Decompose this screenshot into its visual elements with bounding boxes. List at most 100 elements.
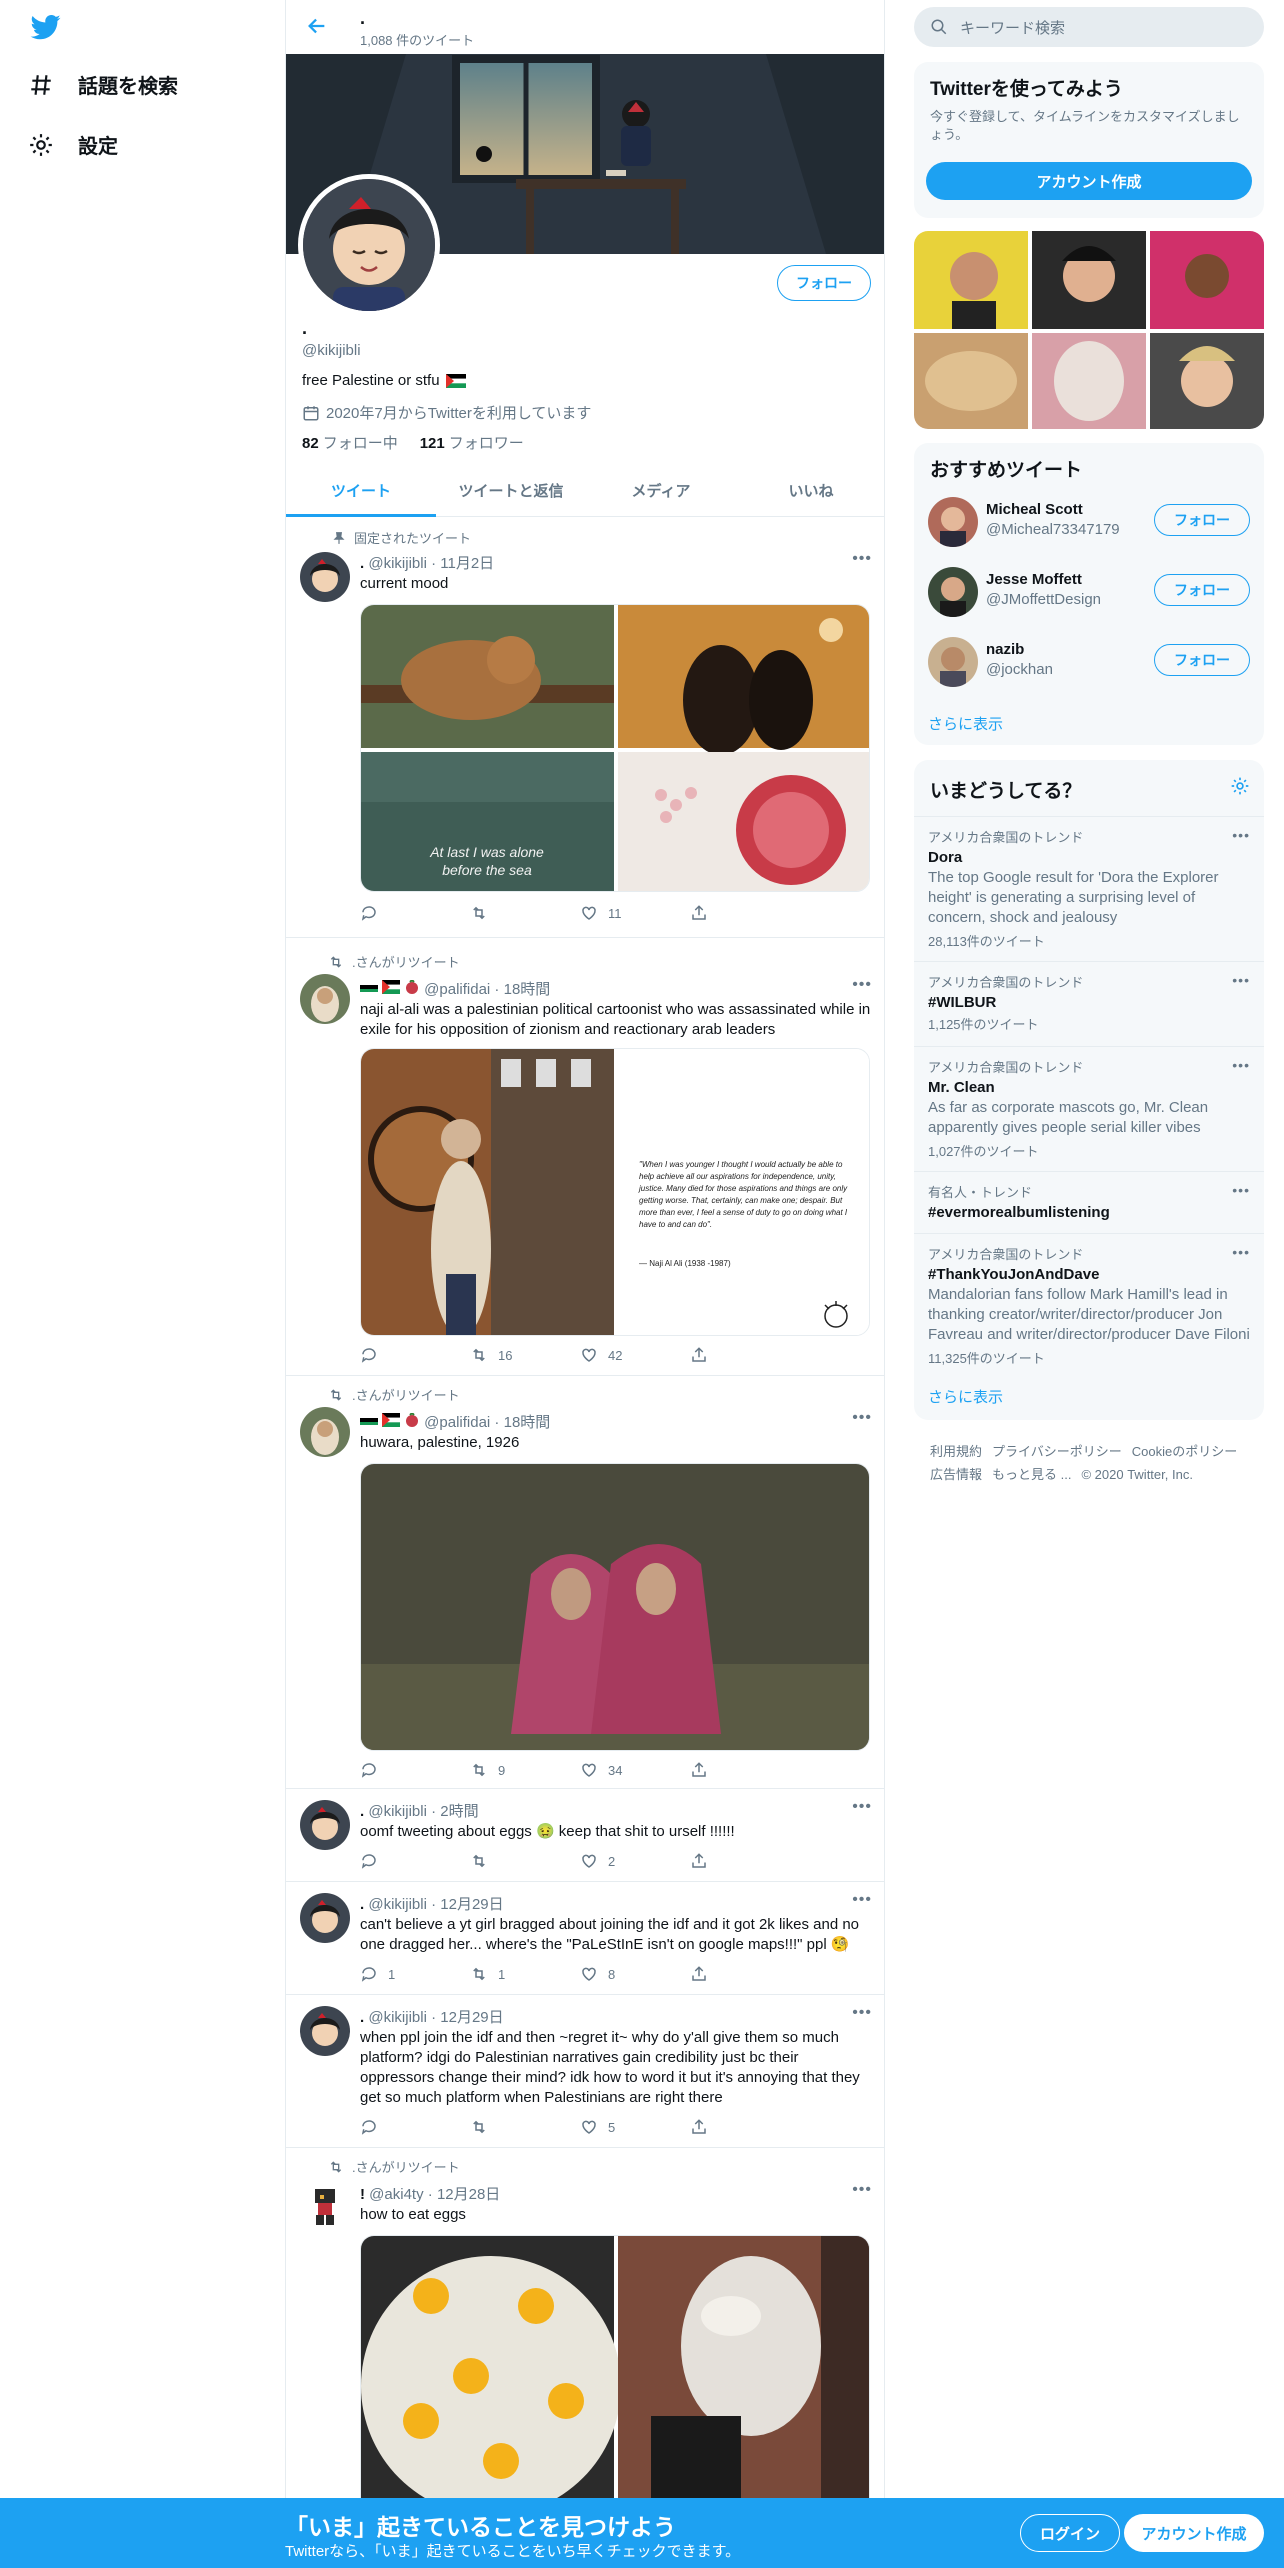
create-account-button[interactable]: アカウント作成 <box>926 162 1252 200</box>
tweet-retweet-huwara[interactable]: .さんがリツイート @palifidai · 18時間 ••• huwara, … <box>286 1377 884 1789</box>
share-button[interactable] <box>690 2118 800 2136</box>
more-options-icon[interactable]: ••• <box>1232 1057 1250 1073</box>
login-button[interactable]: ログイン <box>1020 2514 1120 2552</box>
like-button[interactable]: 34 <box>580 1761 690 1779</box>
reply-button[interactable]: 1 <box>360 1965 470 1983</box>
tweet-retweet-naji[interactable]: .さんがリツイート @palifidai · 18時間 ••• naji al-… <box>286 944 884 1376</box>
more-options-icon[interactable]: ••• <box>1232 827 1250 843</box>
signup-card: Twitterを使ってみよう 今すぐ登録して、タイムラインをカスタマイズしましょ… <box>914 62 1264 218</box>
more-options-icon[interactable]: ••• <box>852 2004 872 2022</box>
follow-button[interactable]: フォロー <box>777 265 871 301</box>
footer-link[interactable]: 広告情報 <box>930 1467 982 1482</box>
footer-links: 利用規約 プライバシーポリシー Cookieのポリシー 広告情報 もっと見る ... ©… <box>930 1440 1260 1486</box>
show-more-link[interactable]: さらに表示 <box>928 713 1003 734</box>
trend-item[interactable]: アメリカ合衆国のトレンド #WILBUR 1,125件のツイート ••• <box>914 961 1264 1046</box>
tweet-media-grid[interactable]: "When I was younger I thought I would ac… <box>360 1048 870 1336</box>
more-options-icon[interactable]: ••• <box>852 1798 872 1816</box>
retweet-button[interactable] <box>470 2118 580 2136</box>
copyright: © 2020 Twitter, Inc. <box>1081 1467 1193 1482</box>
tweet-media-grid[interactable]: At last I was alone before the sea <box>360 604 870 892</box>
trend-item[interactable]: アメリカ合衆国のトレンド #ThankYouJonAndDave Mandalo… <box>914 1233 1264 1373</box>
signup-button[interactable]: アカウント作成 <box>1124 2514 1264 2552</box>
follow-button[interactable]: フォロー <box>1154 504 1250 536</box>
heart-icon <box>582 2120 596 2134</box>
trend-item[interactable]: アメリカ合衆国のトレンド Mr. Clean As far as corpora… <box>914 1046 1264 1171</box>
tab-tweets[interactable]: ツイート <box>286 465 436 517</box>
tweet-media-photo[interactable] <box>360 1463 870 1751</box>
tweet-avatar[interactable] <box>300 1800 350 1850</box>
tweet-media-grid[interactable] <box>360 2235 870 2509</box>
twitter-logo-icon[interactable] <box>28 12 64 42</box>
like-button[interactable]: 11 <box>580 904 690 922</box>
more-options-icon[interactable]: ••• <box>852 976 872 994</box>
reply-button[interactable] <box>360 1761 470 1779</box>
follow-button[interactable]: フォロー <box>1154 644 1250 676</box>
retweet-button[interactable]: 16 <box>470 1346 580 1364</box>
more-options-icon[interactable]: ••• <box>852 550 872 568</box>
retweet-button[interactable]: 9 <box>470 1761 580 1779</box>
share-button[interactable] <box>690 1965 800 1983</box>
avatar[interactable] <box>928 497 978 547</box>
more-options-icon[interactable]: ••• <box>852 1891 872 1909</box>
reply-icon <box>361 1854 376 1869</box>
more-options-icon[interactable]: ••• <box>1232 972 1250 988</box>
tab-likes[interactable]: いいね <box>736 465 884 516</box>
share-button[interactable] <box>690 904 800 922</box>
share-button[interactable] <box>690 1346 800 1364</box>
trend-item[interactable]: 有名人・トレンド #evermorealbumlistening ••• <box>914 1171 1264 1233</box>
follow-button[interactable]: フォロー <box>1154 574 1250 606</box>
more-options-icon[interactable]: ••• <box>852 2181 872 2199</box>
share-button[interactable] <box>690 1761 800 1779</box>
avatar[interactable] <box>928 567 978 617</box>
nav-settings[interactable]: 設定 <box>28 130 118 159</box>
search-box[interactable]: キーワード検索 <box>914 7 1264 47</box>
back-arrow-icon[interactable] <box>306 15 328 37</box>
avatar[interactable] <box>928 637 978 687</box>
tweet-pinned[interactable]: 固定されたツイート . @kikijibli · 11月2日 ••• curre… <box>286 518 884 938</box>
gear-icon[interactable] <box>1230 776 1250 796</box>
tweet-avatar[interactable] <box>300 2179 350 2229</box>
like-button[interactable]: 8 <box>580 1965 690 1983</box>
followers-link[interactable]: 121 フォロワー <box>420 432 524 453</box>
footer-link[interactable]: もっと見る ... <box>992 1467 1071 1482</box>
recommended-user[interactable]: nazib @jockhan フォロー <box>928 631 1250 691</box>
tweet-avatar[interactable] <box>300 552 350 602</box>
tweet-avatar[interactable] <box>300 2006 350 2056</box>
reply-button[interactable] <box>360 904 470 922</box>
like-button[interactable]: 42 <box>580 1346 690 1364</box>
tweet-idf-likes[interactable]: . @kikijibli · 12月29日 ••• can't believe … <box>286 1883 884 1995</box>
retweet-button[interactable] <box>470 904 580 922</box>
trend-item[interactable]: アメリカ合衆国のトレンド Dora The top Google result … <box>914 816 1264 961</box>
media-mosaic[interactable] <box>914 231 1264 429</box>
more-options-icon[interactable]: ••• <box>852 1409 872 1427</box>
recommended-user[interactable]: Micheal Scott @Micheal73347179 フォロー <box>928 491 1250 551</box>
retweet-icon <box>330 1388 342 1401</box>
share-button[interactable] <box>690 1852 800 1870</box>
recommended-user[interactable]: Jesse Moffett @JMoffettDesign フォロー <box>928 561 1250 621</box>
tweet-actions: 11 <box>360 904 800 922</box>
tweet-avatar[interactable] <box>300 1893 350 1943</box>
more-options-icon[interactable]: ••• <box>1232 1182 1250 1198</box>
tweet-avatar[interactable] <box>300 1407 350 1457</box>
like-button[interactable]: 2 <box>580 1852 690 1870</box>
tab-media[interactable]: メディア <box>586 465 736 516</box>
footer-link[interactable]: Cookieのポリシー <box>1132 1444 1237 1459</box>
show-more-link[interactable]: さらに表示 <box>928 1386 1003 1407</box>
tweet-retweet-eggs[interactable]: .さんがリツイート ! @aki4ty · 12月28日 ••• how to … <box>286 2149 884 2509</box>
reply-button[interactable] <box>360 1852 470 1870</box>
like-button[interactable]: 5 <box>580 2118 690 2136</box>
tweet-idf-platform[interactable]: . @kikijibli · 12月29日 ••• when ppl join … <box>286 1996 884 2148</box>
retweet-button[interactable]: 1 <box>470 1965 580 1983</box>
tweet-avatar[interactable] <box>300 974 350 1024</box>
following-link[interactable]: 82 フォロー中 <box>302 432 398 453</box>
footer-link[interactable]: プライバシーポリシー <box>992 1444 1122 1459</box>
more-options-icon[interactable]: ••• <box>1232 1244 1250 1260</box>
footer-link[interactable]: 利用規約 <box>930 1444 982 1459</box>
nav-explore[interactable]: 話題を検索 <box>28 70 178 99</box>
tab-tweets-and-replies[interactable]: ツイートと返信 <box>436 465 586 516</box>
reply-button[interactable] <box>360 2118 470 2136</box>
profile-avatar[interactable] <box>298 174 440 316</box>
tweet-eggs[interactable]: . @kikijibli · 2時間 ••• oomf tweeting abo… <box>286 1790 884 1882</box>
retweet-button[interactable] <box>470 1852 580 1870</box>
reply-button[interactable] <box>360 1346 470 1364</box>
